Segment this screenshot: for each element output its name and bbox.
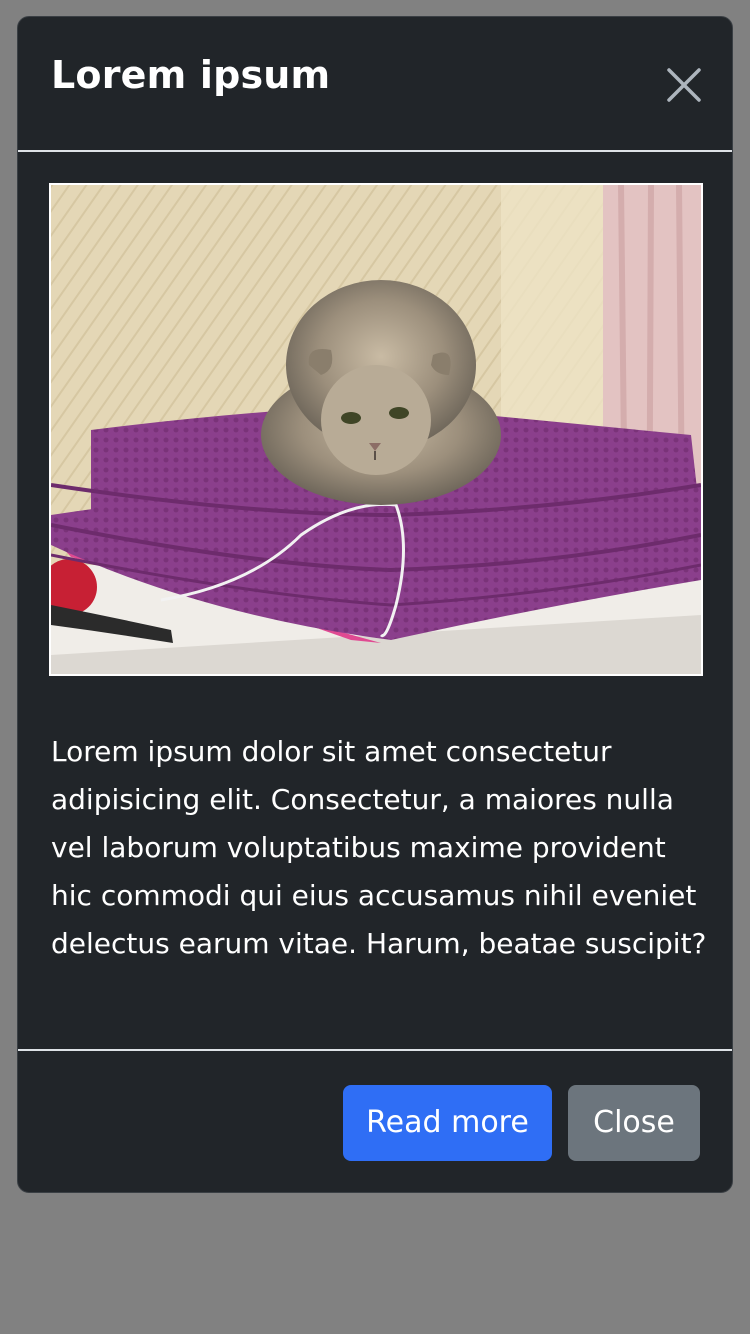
- modal-title: Lorem ipsum: [51, 53, 331, 97]
- read-more-button[interactable]: Read more: [343, 1085, 552, 1161]
- cat-photo: [49, 183, 703, 676]
- modal-dialog: Lorem ipsum Lorem ipsum dolor sit amet c…: [17, 16, 733, 1193]
- modal-footer: Read more Close: [18, 1049, 732, 1192]
- modal-body-text: Lorem ipsum dolor sit amet consectetur a…: [51, 735, 707, 960]
- close-icon[interactable]: [666, 67, 702, 103]
- modal-body: Lorem ipsum dolor sit amet consectetur a…: [18, 154, 732, 1050]
- modal-header: Lorem ipsum: [18, 17, 732, 152]
- close-button[interactable]: Close: [568, 1085, 700, 1161]
